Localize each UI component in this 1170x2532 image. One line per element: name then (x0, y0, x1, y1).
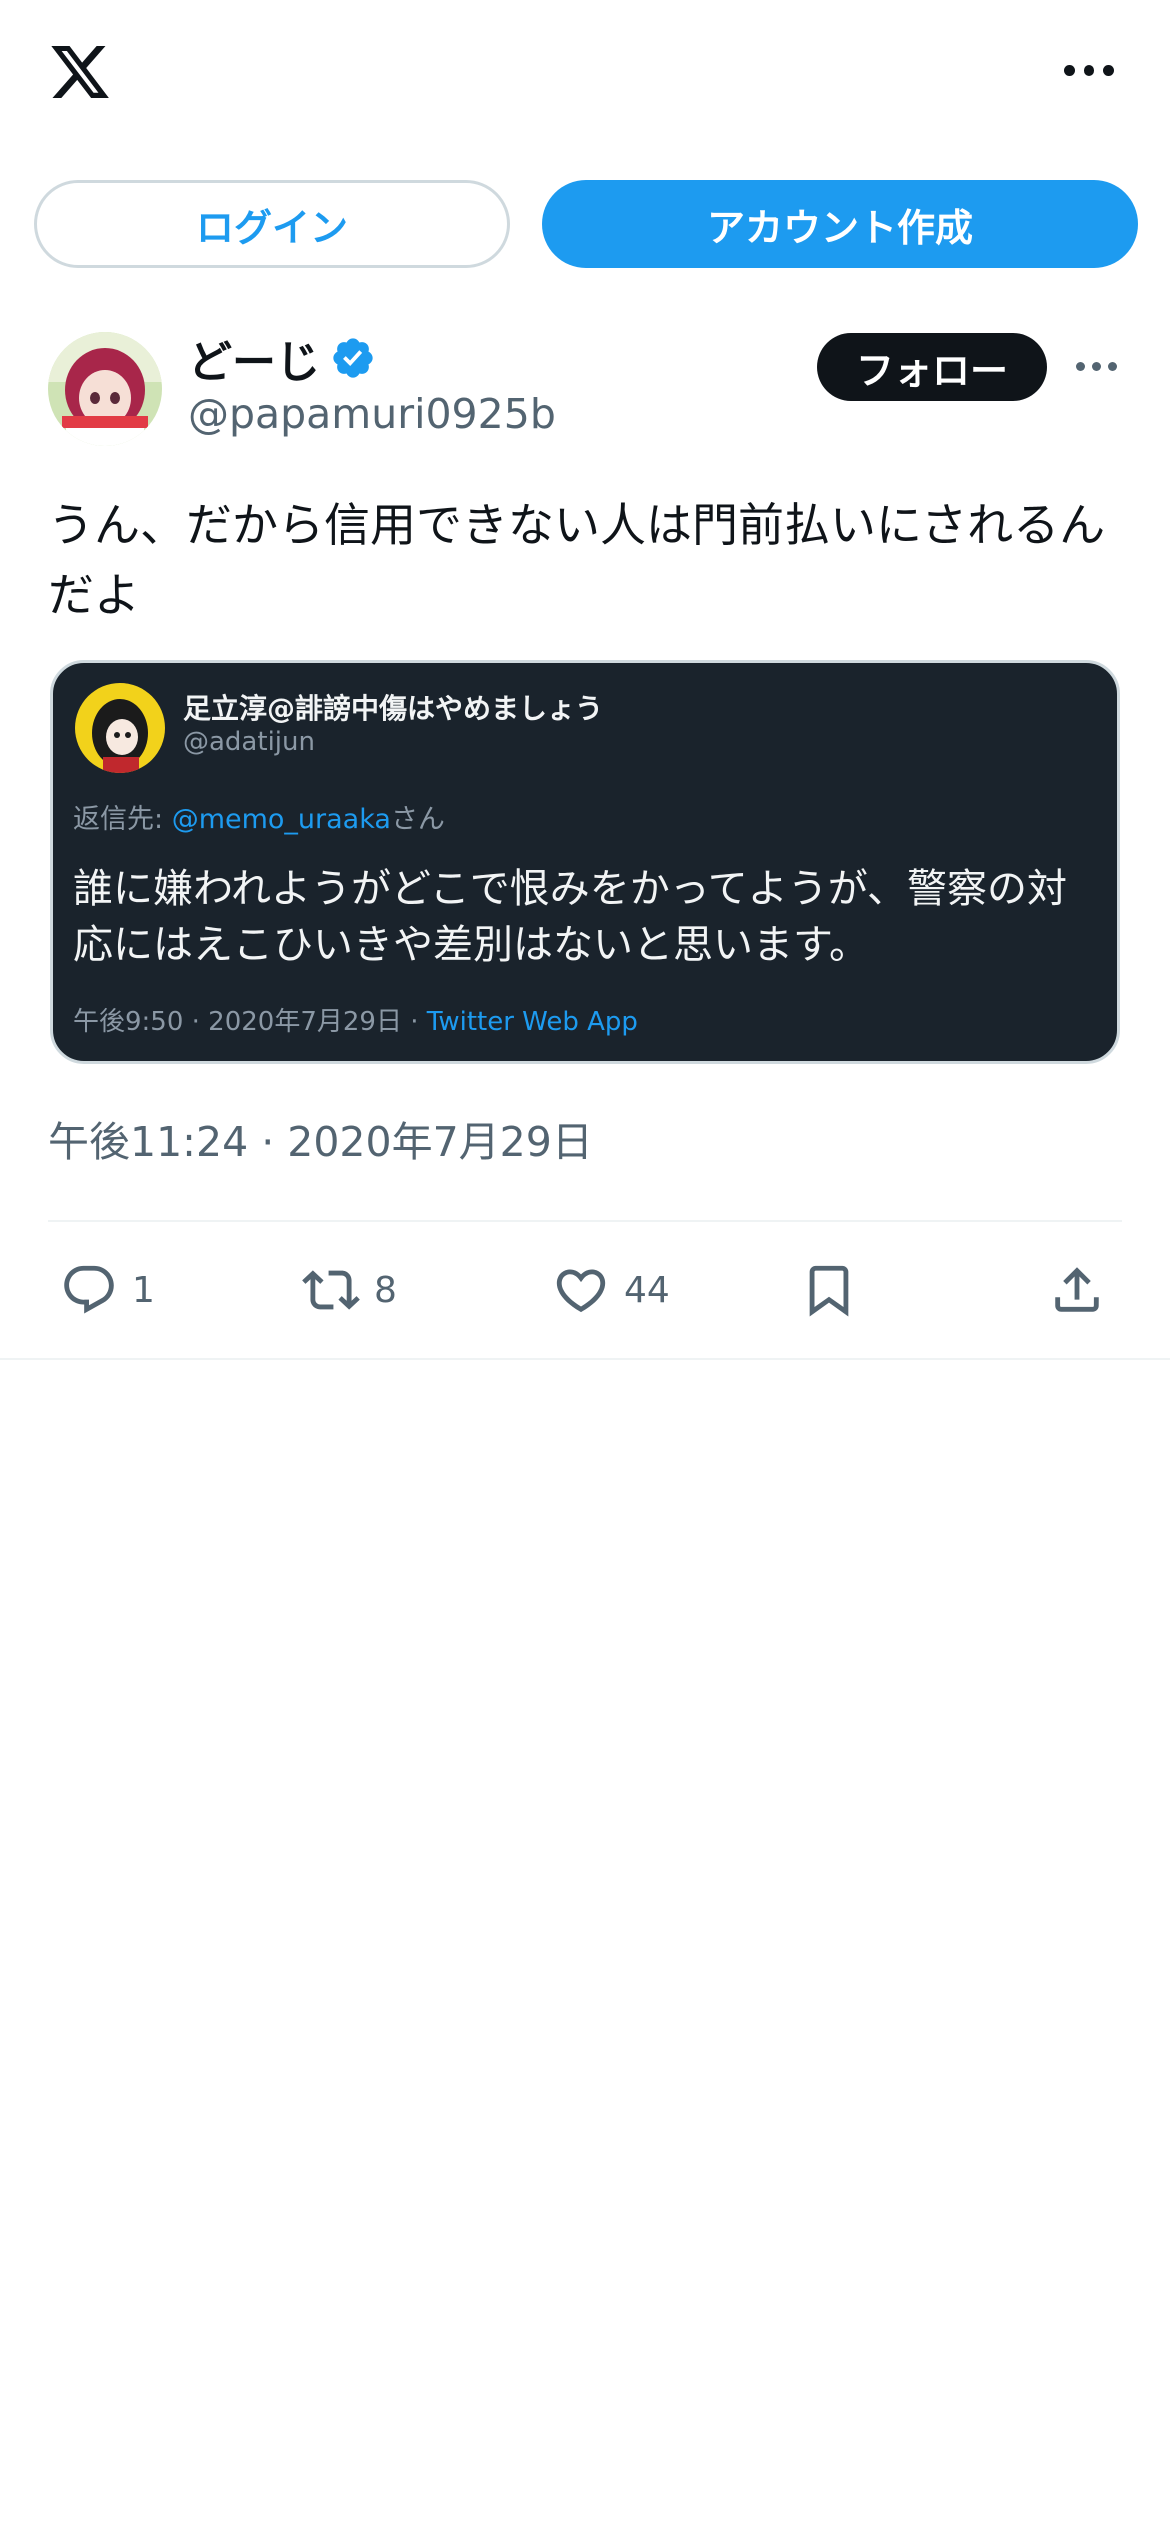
verified-badge-icon (333, 338, 373, 378)
quoted-handle: @adatijun (183, 727, 315, 757)
retweet-count: 8 (374, 1269, 397, 1311)
post-more-icon[interactable] (1076, 362, 1117, 371)
like-count: 44 (624, 1269, 670, 1311)
bookmark-icon (809, 1265, 849, 1317)
divider (0, 1358, 1170, 1360)
share-button[interactable] (1048, 1250, 1106, 1330)
quoted-reply-line: 返信先: @memo_uraakaさん (73, 804, 445, 835)
retweet-button[interactable]: 8 (302, 1250, 397, 1330)
author-handle[interactable]: @papamuri0925b (188, 390, 556, 438)
action-bar: 1 8 44 (0, 1250, 1170, 1330)
reply-button[interactable]: 1 (60, 1250, 155, 1330)
bookmark-button[interactable] (800, 1250, 858, 1330)
retweet-icon (302, 1270, 360, 1310)
follow-button[interactable]: フォロー (817, 333, 1047, 401)
author-avatar[interactable] (48, 332, 162, 446)
reply-icon (64, 1265, 114, 1314)
x-logo-icon[interactable] (46, 40, 114, 104)
signup-button[interactable]: アカウント作成 (542, 180, 1138, 268)
quoted-avatar (75, 683, 165, 773)
reply-count: 1 (132, 1269, 155, 1311)
author-name[interactable]: どーじ (188, 326, 320, 390)
quoted-name: 足立淳@誹謗中傷はやめましょう (183, 692, 604, 725)
login-button[interactable]: ログイン (34, 180, 510, 268)
top-bar (0, 0, 1170, 150)
divider (48, 1220, 1122, 1222)
more-options-icon[interactable] (1064, 60, 1115, 80)
quoted-meta: 午後9:50 · 2020年7月29日 · Twitter Web App (73, 1007, 638, 1037)
quoted-body: 誰に嫌われようがどこで恨みをかってようが、警察の対応にはえこひいきや差別はないと… (73, 866, 1067, 968)
like-button[interactable]: 44 (552, 1250, 670, 1330)
post-text: うん、だから信用できない人は門前払いにされるんだよ (48, 498, 1106, 622)
quoted-tweet-image[interactable]: 足立淳@誹謗中傷はやめましょう @adatijun 返信先: @memo_ura… (50, 660, 1120, 1064)
post-timestamp[interactable]: 午後11:24 · 2020年7月29日 (48, 1108, 593, 1168)
share-icon (1055, 1267, 1099, 1312)
heart-icon (556, 1269, 606, 1313)
